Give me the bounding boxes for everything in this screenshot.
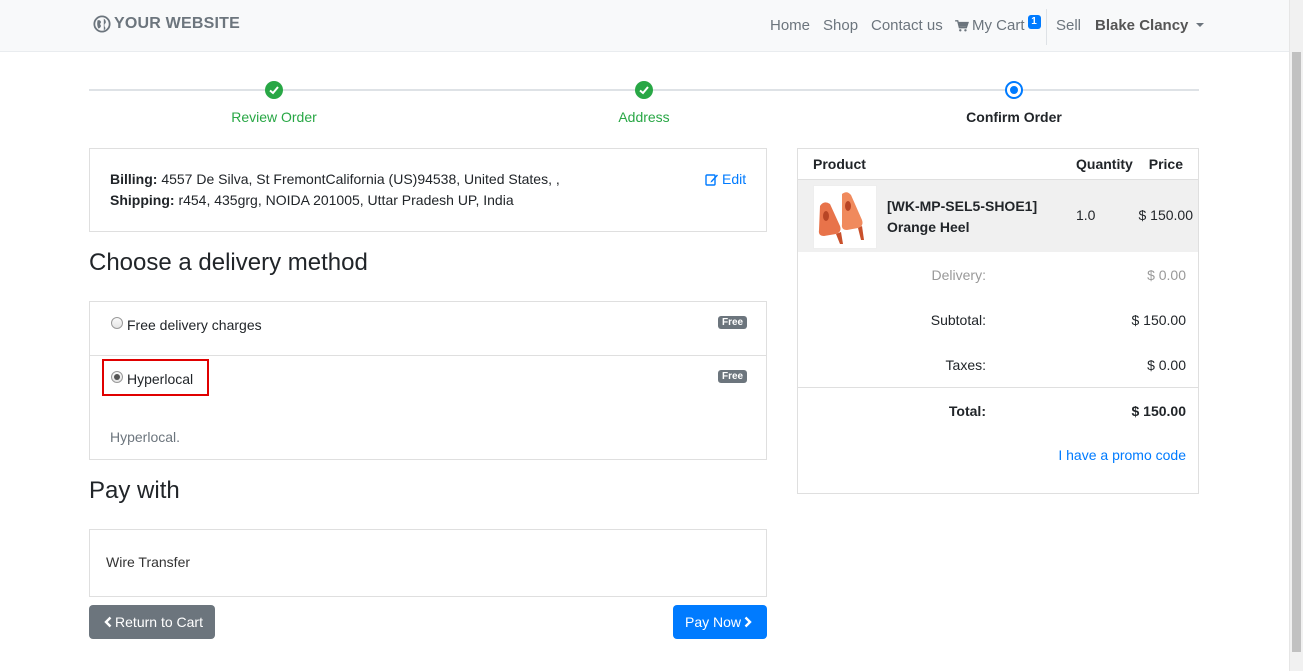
- chevron-left-icon: [104, 616, 112, 628]
- step-address-check-icon: [635, 81, 653, 99]
- hyperlocal-free-badge: Free: [718, 370, 748, 383]
- product-quantity: 1.0: [1076, 207, 1096, 223]
- column-header-price: Price: [1148, 156, 1183, 172]
- column-header-product: Product: [813, 156, 866, 172]
- delivery-value: $ 0.00: [1147, 267, 1186, 283]
- taxes-label: Taxes:: [945, 357, 986, 373]
- product-code: [WK-MP-SEL5-SHOE1]: [887, 198, 1038, 214]
- free-badge: Free: [718, 316, 748, 329]
- taxes-value: $ 0.00: [1147, 357, 1186, 373]
- promo-code-link[interactable]: I have a promo code: [1058, 447, 1186, 463]
- nav-contact-link[interactable]: Contact us: [871, 17, 943, 34]
- scrollbar-thumb[interactable]: [1292, 52, 1301, 652]
- delivery-option-free[interactable]: Free delivery charges Free: [90, 302, 766, 356]
- address-card: Billing: 4557 De Silva, St FremontCalifo…: [89, 148, 767, 232]
- product-name: [WK-MP-SEL5-SHOE1] Orange Heel: [887, 196, 1037, 238]
- step-confirm-order-dot-icon: [1005, 81, 1023, 99]
- page-scrollbar[interactable]: [1289, 0, 1303, 671]
- product-price: $ 150.00: [1138, 207, 1194, 223]
- chevron-right-icon: [744, 616, 752, 628]
- pay-with-title: Pay with: [89, 477, 180, 504]
- top-navbar: YOUR WEBSITE Home Shop Contact us My Car…: [0, 0, 1289, 52]
- return-to-cart-label: Return to Cart: [115, 614, 203, 630]
- hyperlocal-description: Hyperlocal.: [110, 429, 181, 445]
- free-delivery-radio[interactable]: [111, 317, 123, 329]
- delivery-methods-card: Free delivery charges Free Hyperlocal Fr…: [89, 301, 767, 460]
- edit-icon: [705, 173, 718, 186]
- user-name: Blake Clancy: [1095, 17, 1189, 34]
- step-review-order[interactable]: Review Order: [231, 109, 317, 125]
- product-image: [813, 185, 877, 249]
- delivery-method-title: Choose a delivery method: [89, 249, 368, 276]
- brand-logo[interactable]: YOUR WEBSITE: [93, 15, 240, 33]
- nav-shop-link[interactable]: Shop: [823, 17, 858, 34]
- payment-method-card[interactable]: Wire Transfer: [89, 529, 767, 597]
- edit-address-link[interactable]: Edit: [705, 171, 746, 187]
- wire-transfer-label: Wire Transfer: [106, 554, 191, 570]
- cart-icon: [955, 19, 969, 31]
- shipping-label: Shipping:: [110, 192, 175, 208]
- nav-cart-link[interactable]: My Cart 1: [955, 14, 1041, 34]
- return-to-cart-button[interactable]: Return to Cart: [89, 605, 215, 639]
- pay-now-label: Pay Now: [684, 614, 742, 630]
- nav-divider: [1046, 9, 1047, 45]
- total-value: $ 150.00: [1131, 403, 1187, 419]
- shipping-address: Shipping: r454, 435grg, NOIDA 201005, Ut…: [110, 192, 514, 208]
- chevron-down-icon: [1196, 23, 1205, 27]
- cart-count-badge: 1: [1027, 14, 1041, 29]
- subtotal-value: $ 150.00: [1131, 312, 1187, 328]
- edit-label: Edit: [722, 171, 747, 187]
- billing-label: Billing:: [110, 171, 158, 187]
- billing-address: Billing: 4557 De Silva, St FremontCalifo…: [110, 171, 560, 187]
- step-review-order-check-icon: [265, 81, 283, 99]
- shipping-value: r454, 435grg, NOIDA 201005, Uttar Prades…: [178, 192, 514, 208]
- delivery-label: Delivery:: [931, 267, 986, 283]
- product-title: Orange Heel: [887, 219, 970, 235]
- cart-label: My Cart: [972, 17, 1025, 34]
- pay-now-button[interactable]: Pay Now: [673, 605, 767, 639]
- column-header-quantity: Quantity: [1076, 156, 1133, 172]
- billing-value: 4557 De Silva, St FremontCalifornia (US)…: [161, 171, 560, 187]
- subtotal-label: Subtotal:: [930, 312, 986, 328]
- globe-icon: [93, 15, 111, 33]
- selection-highlight-box: [102, 359, 209, 396]
- order-summary-card: Product Quantity Price [WK-MP-SEL5-SHOE1…: [797, 148, 1199, 494]
- user-menu-dropdown[interactable]: Blake Clancy: [1095, 17, 1205, 34]
- step-address[interactable]: Address: [618, 109, 669, 125]
- nav-sell-link[interactable]: Sell: [1056, 17, 1081, 34]
- free-delivery-label: Free delivery charges: [127, 317, 262, 333]
- table-row: [WK-MP-SEL5-SHOE1] Orange Heel 1.0 $ 150…: [798, 179, 1198, 252]
- summary-divider: [798, 387, 1198, 388]
- step-confirm-order: Confirm Order: [966, 109, 1062, 125]
- nav-home-link[interactable]: Home: [770, 17, 810, 34]
- brand-text: YOUR WEBSITE: [114, 15, 240, 32]
- total-label: Total:: [948, 403, 986, 419]
